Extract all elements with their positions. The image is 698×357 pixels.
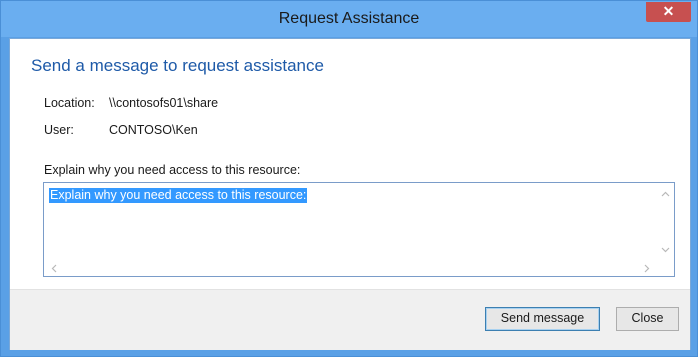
window-title: Request Assistance <box>278 10 420 27</box>
dialog-content: Send a message to request assistance Loc… <box>9 38 691 350</box>
right-arrow-icon[interactable] <box>644 264 650 276</box>
up-arrow-icon[interactable] <box>661 189 670 200</box>
request-assistance-dialog: Request Assistance ✕ Send a message to r… <box>0 0 698 357</box>
window-close-button[interactable]: ✕ <box>646 2 691 22</box>
message-prompt: Explain why you need access to this reso… <box>44 163 301 177</box>
button-bar: Send message Close <box>10 289 690 350</box>
message-textarea[interactable]: Explain why you need access to this reso… <box>43 182 675 277</box>
send-message-button[interactable]: Send message <box>485 307 600 331</box>
down-arrow-icon[interactable] <box>661 245 670 256</box>
page-title: Send a message to request assistance <box>31 56 324 75</box>
vertical-scrollbar[interactable] <box>657 183 674 259</box>
close-icon: ✕ <box>662 3 675 19</box>
horizontal-scrollbar[interactable] <box>44 260 657 276</box>
left-arrow-icon[interactable] <box>51 264 57 276</box>
location-label: Location: <box>44 96 95 110</box>
message-text[interactable]: Explain why you need access to this reso… <box>49 188 308 203</box>
user-label: User: <box>44 123 74 137</box>
location-value: \\contosofs01\share <box>109 96 219 110</box>
close-button[interactable]: Close <box>616 307 679 331</box>
user-value: CONTOSO\Ken <box>109 123 198 137</box>
title-bar[interactable]: Request Assistance ✕ <box>1 1 697 37</box>
